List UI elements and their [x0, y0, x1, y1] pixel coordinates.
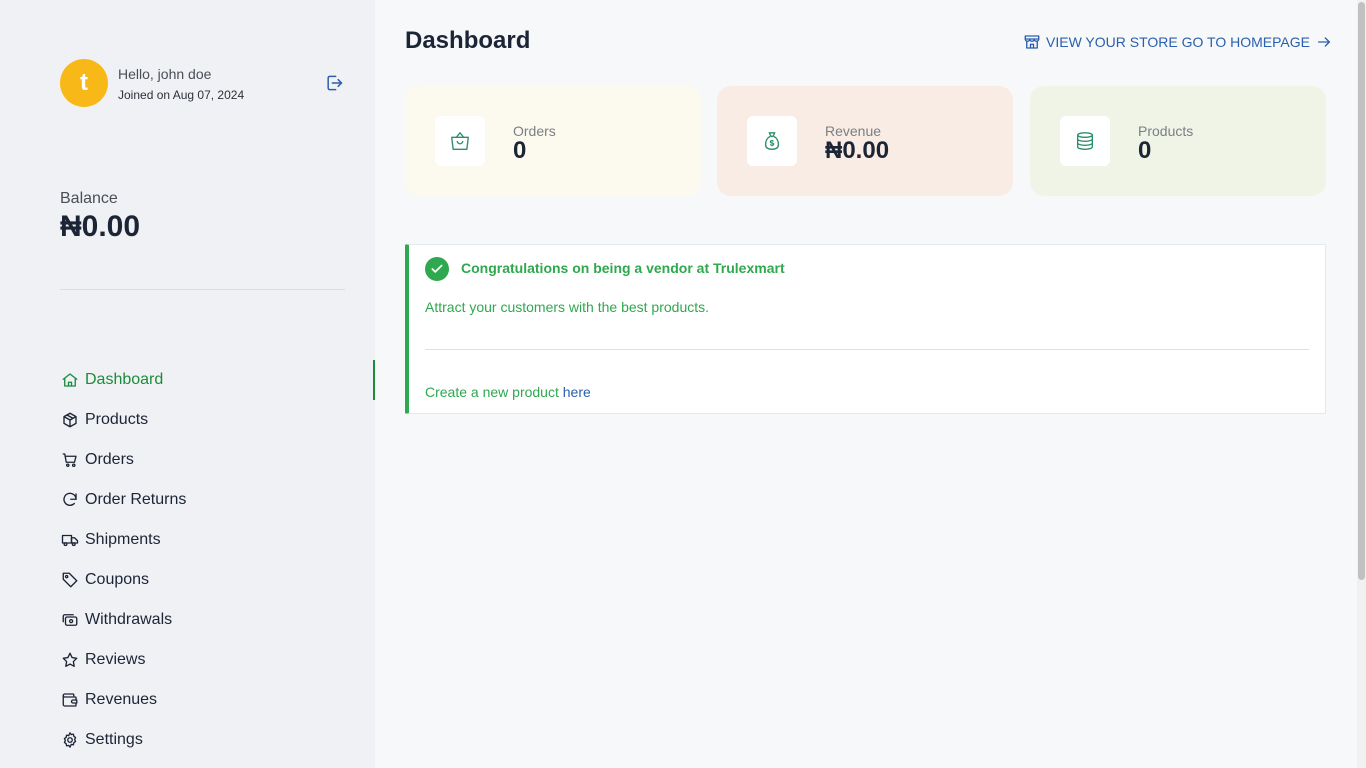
- sidebar-item-label: Orders: [85, 451, 134, 468]
- balance-value: ₦0.00: [60, 210, 141, 243]
- page-title: Dashboard: [405, 27, 531, 54]
- shopping-bag-icon: [435, 116, 485, 166]
- truck-icon: [60, 530, 80, 550]
- sidebar-item-label: Revenues: [85, 691, 158, 708]
- sidebar-item-label: Dashboard: [85, 371, 164, 388]
- stat-value: ₦0.00: [825, 137, 890, 164]
- scrollbar-thumb[interactable]: [1358, 2, 1365, 580]
- sidebar-item-coupons[interactable]: Coupons: [60, 560, 375, 600]
- sidebar-item-dashboard[interactable]: Dashboard: [60, 360, 375, 400]
- stat-card-revenue: Revenue ₦0.00: [717, 86, 1013, 196]
- avatar[interactable]: t: [60, 59, 108, 107]
- tag-icon: [60, 570, 80, 590]
- notice-heading: Congratulations on being a vendor at Tru…: [461, 260, 785, 276]
- notice-message: Attract your customers with the best pro…: [425, 299, 710, 315]
- sidebar-item-label: Order Returns: [85, 491, 187, 508]
- notice-divider: [425, 349, 1309, 350]
- stat-value: 0: [513, 137, 527, 164]
- create-product-text: Create a new product here: [425, 384, 591, 400]
- sidebar-divider: [60, 289, 345, 290]
- sidebar-item-reviews[interactable]: Reviews: [60, 640, 375, 680]
- stat-card-orders: Orders 0: [405, 86, 701, 196]
- sidebar: t Hello, john doe Joined on Aug 07, 2024…: [0, 0, 375, 768]
- create-product-prefix: Create a new product: [425, 384, 563, 400]
- sidebar-item-label: Shipments: [85, 531, 161, 548]
- page-scrollbar[interactable]: [1357, 0, 1366, 768]
- sidebar-item-revenues[interactable]: Revenues: [60, 680, 375, 720]
- money-bag-icon: [747, 116, 797, 166]
- sidebar-item-orders[interactable]: Orders: [60, 440, 375, 480]
- view-store-link[interactable]: VIEW YOUR STORE GO TO HOMEPAGE: [1023, 32, 1332, 52]
- balance-label: Balance: [60, 190, 118, 207]
- stat-value: 0: [1138, 137, 1152, 164]
- sidebar-item-shipments[interactable]: Shipments: [60, 520, 375, 560]
- check-circle-icon: [425, 257, 449, 281]
- star-icon: [60, 650, 80, 670]
- arrow-right-icon: [1316, 34, 1332, 50]
- gear-icon: [60, 730, 80, 750]
- sidebar-item-label: Products: [85, 411, 149, 428]
- view-store-label: VIEW YOUR STORE GO TO HOMEPAGE: [1046, 34, 1310, 50]
- sidebar-nav: Dashboard Products Orders Order Returns …: [60, 360, 375, 760]
- home-icon: [60, 370, 80, 390]
- sidebar-item-products[interactable]: Products: [60, 400, 375, 440]
- database-icon: [1060, 116, 1110, 166]
- joined-date: Joined on Aug 07, 2024: [118, 88, 245, 102]
- wallet-icon: [60, 690, 80, 710]
- cart-icon: [60, 450, 80, 470]
- sidebar-item-withdrawals[interactable]: Withdrawals: [60, 600, 375, 640]
- sidebar-item-label: Settings: [85, 731, 143, 748]
- sidebar-item-label: Reviews: [85, 651, 146, 668]
- stat-card-products: Products 0: [1030, 86, 1326, 196]
- sidebar-item-order-returns[interactable]: Order Returns: [60, 480, 375, 520]
- store-icon: [1023, 33, 1041, 51]
- logout-icon[interactable]: [324, 73, 346, 95]
- sidebar-item-label: Withdrawals: [85, 611, 173, 628]
- vendor-notice: Congratulations on being a vendor at Tru…: [405, 244, 1326, 414]
- cash-icon: [60, 610, 80, 630]
- greeting: Hello, john doe: [118, 66, 212, 82]
- sidebar-item-label: Coupons: [85, 571, 150, 588]
- refresh-icon: [60, 490, 80, 510]
- user-profile: t Hello, john doe Joined on Aug 07, 2024: [60, 59, 350, 109]
- create-product-link[interactable]: here: [563, 384, 591, 400]
- box-icon: [60, 410, 80, 430]
- sidebar-item-settings[interactable]: Settings: [60, 720, 375, 760]
